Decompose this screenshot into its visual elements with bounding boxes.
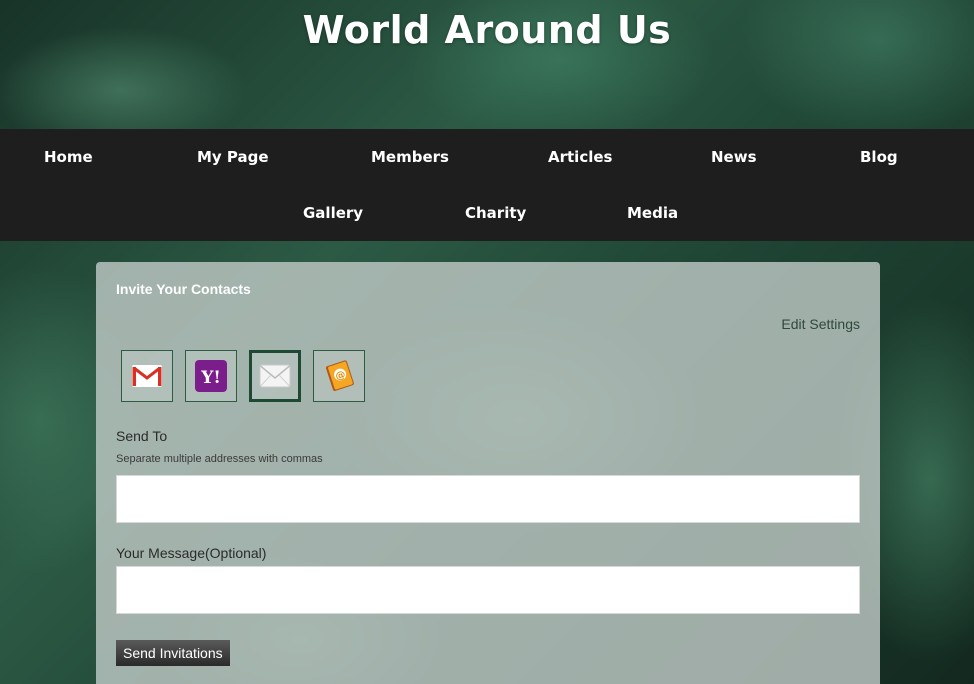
send-invitations-button[interactable]: Send Invitations <box>116 640 230 666</box>
provider-address-book-button[interactable]: @ <box>313 350 365 402</box>
svg-text:Y!: Y! <box>200 368 221 388</box>
send-to-input[interactable] <box>116 475 860 523</box>
nav-item-home[interactable]: Home <box>44 148 93 166</box>
address-book-icon: @ <box>325 360 354 391</box>
main-navigation: Home My Page Members Articles News Blog … <box>0 129 974 241</box>
message-input[interactable] <box>116 566 860 614</box>
provider-gmail-button[interactable] <box>121 350 173 402</box>
nav-item-media[interactable]: Media <box>627 204 678 222</box>
nav-item-blog[interactable]: Blog <box>860 148 898 166</box>
provider-email-button[interactable] <box>249 350 301 402</box>
nav-item-charity[interactable]: Charity <box>465 204 526 222</box>
provider-yahoo-button[interactable]: Y! <box>185 350 237 402</box>
gmail-icon <box>132 365 162 387</box>
email-envelope-icon <box>259 364 291 388</box>
send-to-label: Send To <box>116 428 168 444</box>
edit-settings-link[interactable]: Edit Settings <box>781 316 860 332</box>
nav-item-my-page[interactable]: My Page <box>197 148 269 166</box>
message-label: Your Message(Optional) <box>116 545 267 561</box>
panel-title: Invite Your Contacts <box>116 281 251 297</box>
nav-item-members[interactable]: Members <box>371 148 449 166</box>
yahoo-icon: Y! <box>195 360 227 392</box>
nav-item-articles[interactable]: Articles <box>548 148 612 166</box>
nav-item-gallery[interactable]: Gallery <box>303 204 363 222</box>
nav-item-news[interactable]: News <box>711 148 757 166</box>
site-title: World Around Us <box>302 8 672 52</box>
send-to-hint: Separate multiple addresses with commas <box>116 453 323 465</box>
invite-contacts-panel: Invite Your Contacts Edit Settings Y! @ … <box>96 262 880 684</box>
